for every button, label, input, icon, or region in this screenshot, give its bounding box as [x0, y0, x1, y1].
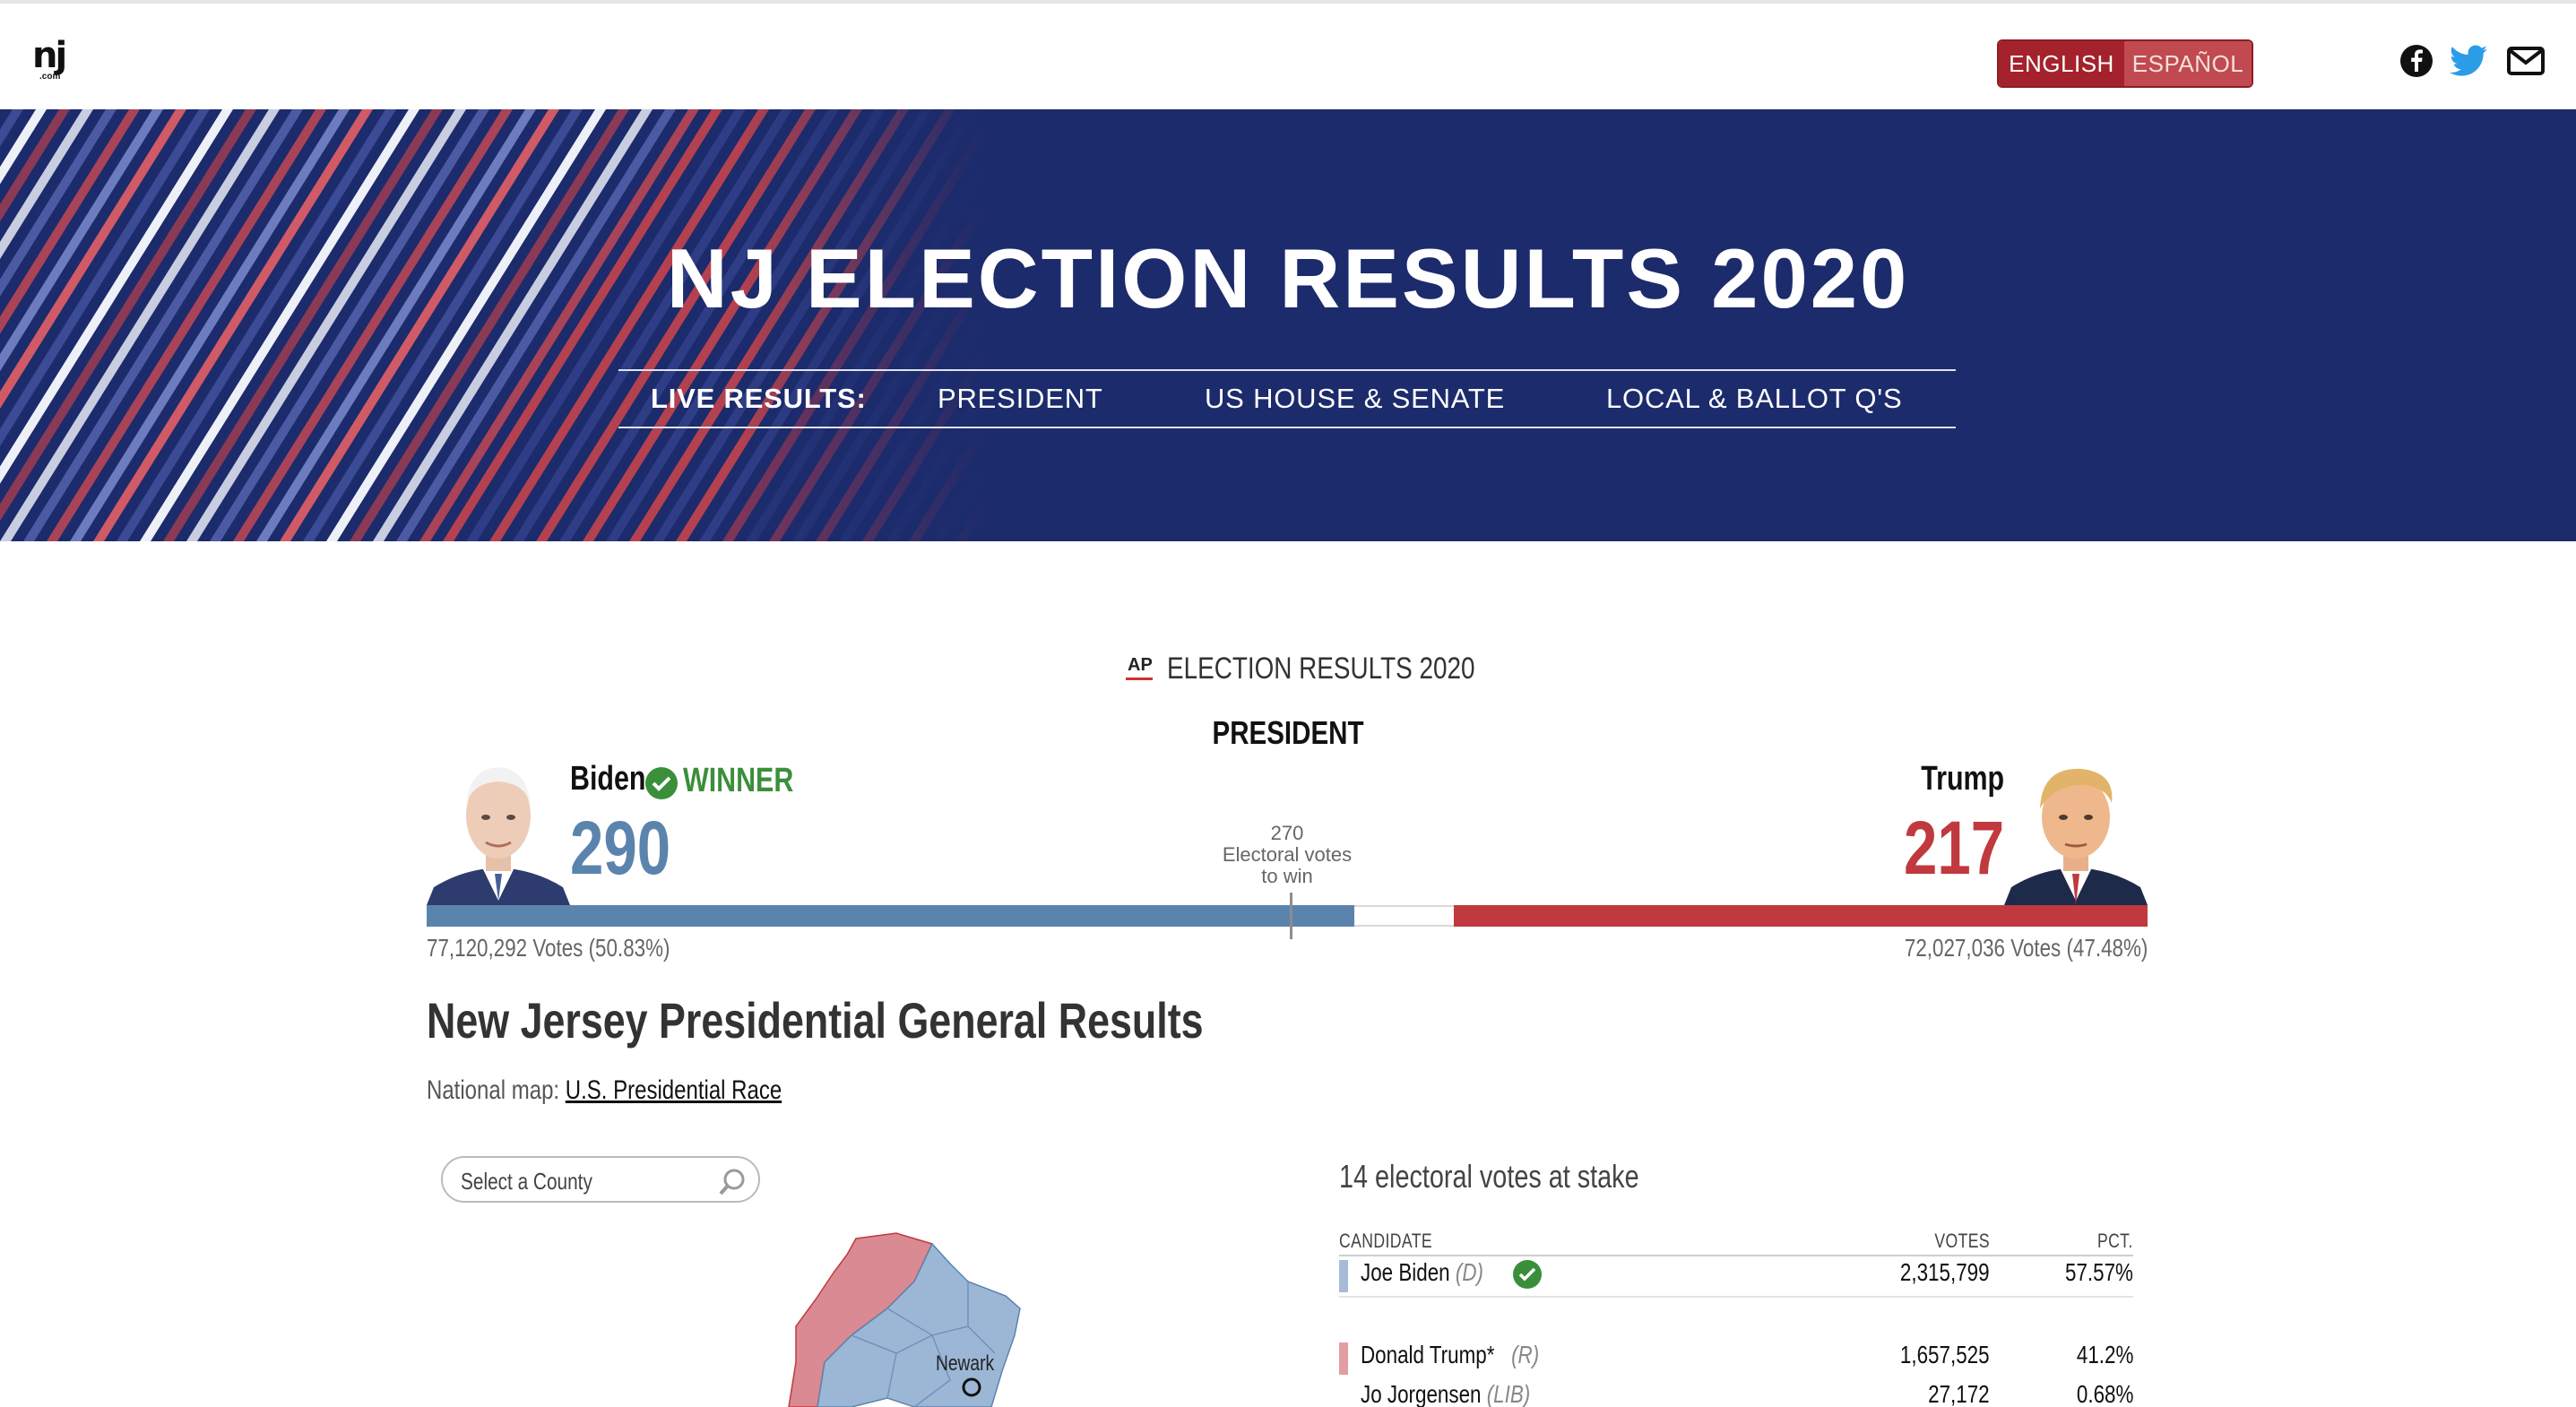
english-button[interactable]: ENGLISH — [1999, 41, 2124, 86]
table-row: Joe Biden (D) — [1361, 1258, 1514, 1287]
candidate-party: (R) — [1511, 1341, 1540, 1368]
spanish-button[interactable]: ESPAÑOL — [2124, 41, 2252, 86]
search-icon — [719, 1169, 745, 1196]
nav-house-senate-link[interactable]: US HOUSE & SENATE — [1205, 383, 1505, 415]
ap-title: ELECTION RESULTS 2020 — [1167, 651, 1475, 686]
winner-label: WINNER — [683, 762, 794, 799]
party-swatch-d — [1339, 1260, 1348, 1292]
mail-icon[interactable] — [2506, 43, 2546, 79]
table-divider — [1339, 1255, 2133, 1256]
trump-popular-votes: 72,027,036 Votes (47.48%) — [1904, 934, 2148, 962]
facebook-icon[interactable] — [2399, 43, 2434, 79]
threshold-line2: to win — [1261, 865, 1313, 887]
ap-header: AP ELECTION RESULTS 2020 — [1126, 651, 1543, 686]
biden-photo — [427, 753, 570, 905]
logo-sub: .com — [39, 72, 61, 82]
winner-check-icon — [1513, 1260, 1542, 1289]
electoral-stake: 14 electoral votes at stake — [1339, 1158, 1639, 1195]
pct-cell: 41.2% — [2076, 1341, 2133, 1368]
county-search-placeholder: Select a County — [461, 1168, 592, 1195]
biden-bar-segment — [427, 905, 1354, 927]
language-switcher: ENGLISH ESPAÑOL — [1997, 39, 2253, 88]
nav-live-results-label: LIVE RESULTS: — [651, 383, 867, 414]
logo-text: nj — [32, 35, 67, 76]
national-map-link[interactable]: U.S. Presidential Race — [566, 1075, 782, 1105]
candidate-name: Jo Jorgensen — [1361, 1380, 1482, 1407]
electoral-bar — [427, 905, 2148, 927]
trump-electoral-votes: 217 — [1903, 806, 2004, 890]
newark-label: Newark — [936, 1351, 995, 1376]
table-row: Donald Trump* (R) — [1361, 1341, 1584, 1369]
nj-county-map[interactable] — [780, 1228, 1031, 1407]
candidate-party: (D) — [1455, 1258, 1483, 1286]
biden-popular-votes: 77,120,292 Votes (50.83%) — [427, 934, 670, 962]
winner-check-icon — [645, 767, 678, 799]
hero-banner: NJ ELECTION RESULTS 2020 LIVE RESULTS: P… — [0, 109, 2576, 541]
nav-president-link[interactable]: PRESIDENT — [938, 383, 1103, 415]
threshold-number: 270 — [1270, 822, 1304, 844]
header-candidate: CANDIDATE — [1339, 1230, 1432, 1252]
candidate-name: Donald Trump* — [1361, 1341, 1495, 1368]
hero-title: NJ ELECTION RESULTS 2020 — [666, 231, 1910, 325]
race-label: PRESIDENT — [1212, 714, 1364, 751]
table-row: Jo Jorgensen (LIB) — [1361, 1380, 1573, 1407]
uncalled-bar-segment — [1353, 905, 1454, 927]
national-map-label: National map: — [427, 1075, 560, 1105]
page-title: New Jersey Presidential General Results — [427, 992, 1204, 1049]
biden-electoral-votes: 290 — [570, 806, 671, 890]
pct-cell: 57.57% — [2065, 1258, 2133, 1286]
top-bar: nj .com ENGLISH ESPAÑOL — [0, 0, 2576, 109]
trump-name: Trump — [1921, 760, 2004, 798]
row-divider — [1339, 1296, 2133, 1298]
threshold-line1: Electoral votes — [1222, 843, 1353, 866]
party-swatch-r — [1339, 1342, 1348, 1375]
trump-bar-segment — [1453, 905, 2148, 927]
nav-local-ballot-link[interactable]: LOCAL & BALLOT Q'S — [1606, 383, 1902, 415]
county-search-input[interactable]: Select a County — [441, 1156, 760, 1203]
twitter-icon[interactable] — [2449, 43, 2488, 79]
threshold-label: 270 Electoral votes to win — [1165, 823, 1409, 887]
trump-photo — [2004, 753, 2148, 905]
ap-logo: AP — [1126, 655, 1154, 682]
candidate-name: Joe Biden — [1361, 1258, 1450, 1286]
candidate-party: (LIB) — [1486, 1380, 1531, 1407]
pct-cell: 0.68% — [2076, 1380, 2133, 1407]
national-map-line: National map: U.S. Presidential Race — [427, 1075, 870, 1106]
results-nav: LIVE RESULTS: PRESIDENT US HOUSE & SENAT… — [618, 369, 1956, 428]
header-pct: PCT. — [2097, 1230, 2133, 1252]
threshold-marker — [1289, 893, 1292, 939]
nj-logo[interactable]: nj .com — [32, 38, 77, 84]
